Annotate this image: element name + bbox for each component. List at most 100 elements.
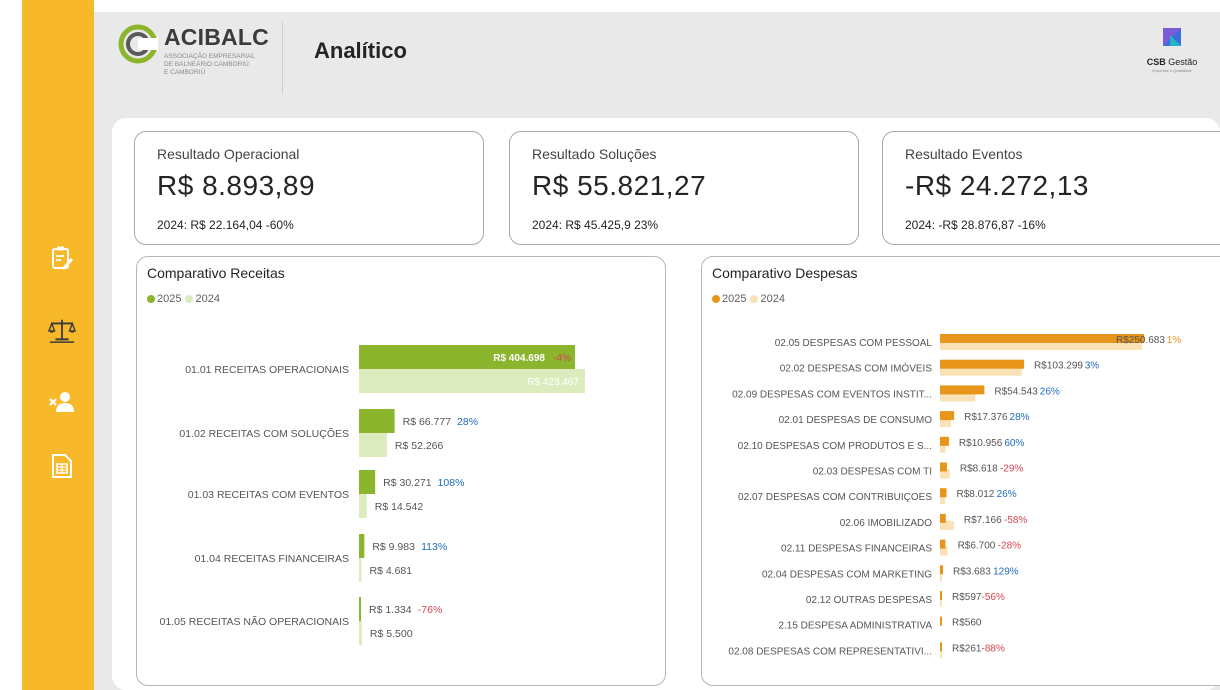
receitas-bar-chart: 01.01 RECEITAS OPERACIONAIS R$ 404.698 -4%… <box>160 345 585 645</box>
category-label: 02.11 DESPESAS FINANCEIRAS <box>781 544 932 555</box>
clipboard-edit-icon[interactable] <box>48 244 76 272</box>
category-label: 01.05 RECEITAS NÃO OPERACIONAIS <box>160 615 349 628</box>
variation-label: 26% <box>1040 386 1060 397</box>
bar-2025 <box>940 565 943 575</box>
category-label: 02.01 DESPESAS DE CONSUMO <box>779 415 933 426</box>
bar-2025 <box>359 470 376 494</box>
kpi-comparison: 2024: R$ 45.425,9 23% <box>532 218 659 232</box>
variation-label: -4% <box>553 353 571 364</box>
variation-label: 28% <box>457 416 478 428</box>
bar-2025 <box>359 534 365 558</box>
data-label-2025: R$3.683 <box>953 566 991 577</box>
bar-2025 <box>359 409 395 433</box>
csb-tagline: Expertise e Qualidade <box>1152 68 1192 73</box>
bar-2025 <box>940 513 946 523</box>
category-label: 01.03 RECEITAS COM EVENTOS <box>188 489 349 501</box>
kpi-comparison: 2024: R$ 22.164,04 -60% <box>157 218 294 232</box>
bar-2024 <box>359 433 387 457</box>
variation-label: -58% <box>1004 515 1027 526</box>
user-remove-icon[interactable] <box>48 388 76 416</box>
kpi-title: Resultado Operacional <box>157 146 300 162</box>
window-edge <box>0 0 22 690</box>
variation-label: -56% <box>982 592 1005 603</box>
variation-label: -28% <box>998 541 1021 552</box>
bar-2025 <box>940 436 949 446</box>
category-label: 02.08 DESPESAS COM REPRESENTATIVI... <box>728 646 932 657</box>
logo-subtitle: ASSOCIAÇÃO EMPRESARIAL DE BALNEÁRIO CAMB… <box>164 53 256 76</box>
variation-label: -88% <box>982 643 1005 654</box>
kpi-value: -R$ 24.272,13 <box>905 170 1089 201</box>
data-label-2025: R$54.543 <box>994 386 1038 397</box>
bar-2025 <box>940 462 948 472</box>
header-divider <box>282 22 283 94</box>
page-title: Analítico <box>314 38 407 63</box>
category-label: 02.09 DESPESAS COM EVENTOS INSTIT... <box>732 389 932 400</box>
balance-scale-icon[interactable] <box>48 316 76 344</box>
acibalc-logo-mark-icon <box>118 24 158 64</box>
data-label-2025: R$103.299 <box>1034 361 1083 372</box>
data-label-2025: R$261 <box>952 643 982 654</box>
kpi-resultado-operacional[interactable]: Resultado Operacional R$ 8.893,89 2024: … <box>134 131 484 245</box>
category-label: 01.01 RECEITAS OPERACIONAIS <box>185 364 349 376</box>
kpi-comparison: 2024: -R$ 28.876,87 -16% <box>905 218 1046 232</box>
kpi-resultado-solucoes[interactable]: Resultado Soluções R$ 55.821,27 2024: R$… <box>509 131 859 245</box>
data-label-2024: R$ 423.467 <box>527 377 579 388</box>
variation-label: 28% <box>1010 412 1030 423</box>
data-label-2025: R$8.012 <box>957 489 995 500</box>
csb-name: CSB Gestão <box>1146 57 1198 67</box>
category-label: 02.06 IMOBILIZADO <box>840 518 932 529</box>
category-label: 01.02 RECEITAS COM SOLUÇÕES <box>179 427 349 440</box>
kpi-resultado-eventos[interactable]: Resultado Eventos -R$ 24.272,13 2024: -R… <box>882 131 1220 245</box>
csb-gestao-logo: CSB Gestão Expertise e Qualidade <box>1140 26 1204 74</box>
category-label: 02.12 OUTRAS DESPESAS <box>806 595 932 606</box>
data-label-2025: R$560 <box>952 618 982 629</box>
bar-2025 <box>940 591 942 600</box>
kpi-value: R$ 55.821,27 <box>532 170 707 201</box>
bar-2025 <box>940 385 985 395</box>
category-label: 02.10 DESPESAS COM PRODUTOS E S... <box>738 441 932 452</box>
spreadsheet-icon[interactable] <box>48 452 76 480</box>
csb-logo-mark-icon <box>1163 28 1181 46</box>
bar-2024 <box>359 494 367 518</box>
bar-2025 <box>940 359 1025 369</box>
variation-label: 1% <box>1167 335 1182 346</box>
bar-2025 <box>940 488 947 498</box>
kpi-title: Resultado Eventos <box>905 146 1023 162</box>
category-label: 01.04 RECEITAS FINANCEIRAS <box>195 553 349 565</box>
kpi-title: Resultado Soluções <box>532 146 657 162</box>
data-label-2024: R$ 4.681 <box>369 565 412 577</box>
variation-label: 108% <box>438 477 465 489</box>
kpi-value: R$ 8.893,89 <box>157 170 316 201</box>
category-label: 02.07 DESPESAS COM CONTRIBUIÇOES <box>738 492 932 503</box>
data-label-2025: R$250.683 <box>1116 335 1165 346</box>
data-label-2025: R$ 66.777 <box>403 416 452 428</box>
data-label-2025: R$ 404.698 <box>493 353 545 364</box>
data-label-2025: R$ 1.334 <box>369 604 412 616</box>
variation-label: 60% <box>1004 438 1024 449</box>
data-label-2025: R$7.166 <box>964 515 1002 526</box>
category-label: 2.15 DESPESA ADMINISTRATIVA <box>778 621 932 632</box>
data-label-2025: R$ 30.271 <box>383 477 432 489</box>
despesas-bar-chart: 02.05 DESPESAS COM PESSOAL R$250.683 1% 02.… <box>728 334 1182 659</box>
variation-label: 26% <box>997 489 1017 500</box>
variation-label: -76% <box>418 604 443 616</box>
data-label-2025: R$8.618 <box>960 464 998 475</box>
despesas-chart-panel[interactable]: Comparativo Despesas 2025 2024 02.05 DES… <box>701 256 1220 686</box>
data-label-2025: R$17.376 <box>964 412 1008 423</box>
category-label: 02.03 DESPESAS COM TI <box>813 467 932 478</box>
data-label-2024: R$ 14.542 <box>375 501 424 513</box>
data-label-2024: R$ 5.500 <box>370 628 413 640</box>
data-label-2025: R$597 <box>952 592 982 603</box>
category-label: 02.05 DESPESAS COM PESSOAL <box>775 338 933 349</box>
bar-2025 <box>359 597 361 621</box>
data-label-2024: R$ 52.266 <box>395 440 444 452</box>
data-label-2025: R$10.956 <box>959 438 1003 449</box>
receitas-chart-panel[interactable]: Comparativo Receitas 2025 2024 01.01 REC… <box>136 256 666 686</box>
bar-2024 <box>359 558 362 582</box>
variation-label: 129% <box>993 566 1019 577</box>
bar-2025 <box>940 334 1144 343</box>
category-label: 02.02 DESPESAS COM IMÓVEIS <box>780 362 933 375</box>
data-label-2025: R$6.700 <box>958 541 996 552</box>
variation-label: 113% <box>421 541 447 553</box>
data-label-2025: R$ 9.983 <box>372 541 415 553</box>
